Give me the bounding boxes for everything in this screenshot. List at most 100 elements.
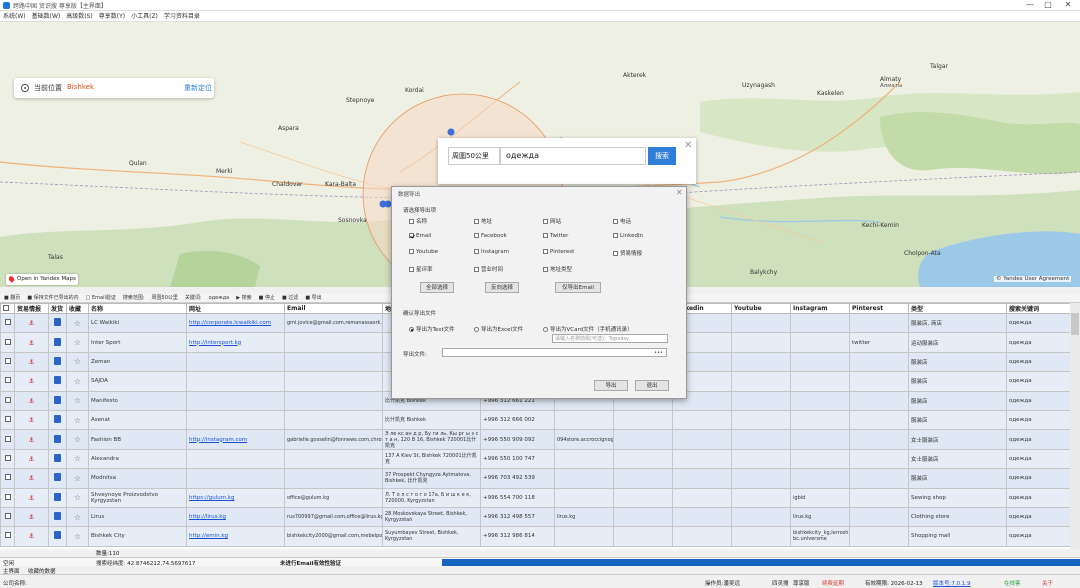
- star-icon[interactable]: ☆: [74, 338, 81, 347]
- about-link[interactable]: 关于: [1042, 579, 1053, 587]
- document-icon[interactable]: [54, 395, 61, 404]
- row-checkbox[interactable]: [4, 377, 11, 384]
- menu-learning[interactable]: 学习资料目录: [164, 11, 200, 21]
- shipment-cell[interactable]: [48, 429, 67, 450]
- table-row[interactable]: ⚓ ☆ Shveynoye Proizvodstvo Kyrgyzstan https…: [0, 487, 1070, 508]
- column-header[interactable]: 发货: [48, 303, 67, 314]
- cell-web[interactable]: http://corporate.lcwaikiki.com: [186, 312, 285, 334]
- anchor-icon[interactable]: ⚓: [28, 494, 34, 502]
- search-button[interactable]: ▶ 搜索: [236, 294, 251, 302]
- table-row[interactable]: ⚓ ☆ Asenat 比什凯克 Bishkek +996 312 666 002 服装店 о…: [0, 409, 1070, 431]
- shipment-cell[interactable]: [48, 332, 67, 353]
- cell-web[interactable]: [186, 468, 285, 489]
- row-checkbox[interactable]: [4, 435, 11, 442]
- document-icon[interactable]: [54, 356, 61, 365]
- row-checkbox[interactable]: [4, 319, 11, 326]
- trade-info-cell[interactable]: ⚓: [14, 468, 49, 489]
- format-text-radio[interactable]: 导出为Text文件: [409, 325, 455, 333]
- cell-web-text[interactable]: http://instagram.com: [189, 437, 247, 443]
- field-checkbox[interactable]: 网站: [543, 217, 561, 225]
- shipment-cell[interactable]: [48, 448, 67, 470]
- row-checkbox[interactable]: [4, 532, 11, 539]
- favorite-cell[interactable]: ☆: [66, 448, 89, 470]
- radius-select[interactable]: 周圍50公里: [448, 147, 500, 165]
- email-verify-checkbox[interactable]: □ Email验证: [86, 294, 116, 302]
- row-select-cell[interactable]: [0, 409, 15, 431]
- cell-web[interactable]: http://lirus.kg: [186, 506, 285, 528]
- trade-info-cell[interactable]: ⚓: [14, 332, 49, 353]
- favorite-cell[interactable]: ☆: [66, 371, 89, 392]
- anchor-icon[interactable]: ⚓: [28, 339, 34, 347]
- cell-web-text[interactable]: https://gulum.kg: [189, 495, 235, 501]
- search-range-select[interactable]: 周围50公里: [152, 294, 178, 302]
- column-header[interactable]: 类型: [908, 303, 1007, 314]
- anchor-icon[interactable]: ⚓: [28, 377, 34, 385]
- maximize-button[interactable]: □: [1040, 0, 1056, 11]
- field-checkbox[interactable]: 星评率: [409, 265, 433, 273]
- dialog-cancel-button[interactable]: 退出: [635, 380, 669, 391]
- export-confirm-button[interactable]: 导出: [594, 380, 628, 391]
- trade-info-cell[interactable]: ⚓: [14, 506, 49, 528]
- version-link[interactable]: 版本号:7.0.1.9: [933, 579, 971, 587]
- anchor-icon[interactable]: ⚓: [28, 319, 34, 327]
- favorite-cell[interactable]: ☆: [66, 429, 89, 450]
- row-checkbox[interactable]: [4, 338, 11, 345]
- menu-premium-data[interactable]: 尊享数(Y): [99, 11, 125, 21]
- row-select-cell[interactable]: [0, 332, 15, 353]
- field-checkbox[interactable]: Pinterest: [543, 249, 574, 255]
- column-header[interactable]: 贸易情报: [14, 303, 49, 314]
- star-icon[interactable]: ☆: [74, 396, 81, 405]
- favorite-cell[interactable]: ☆: [66, 390, 89, 411]
- map-attribution[interactable]: © Yandex User Agreement: [994, 276, 1072, 282]
- stop-button[interactable]: ■ 停止: [259, 294, 275, 302]
- document-icon[interactable]: [54, 434, 61, 443]
- invert-selection-button[interactable]: 反向选择: [485, 282, 519, 293]
- row-select-cell[interactable]: [0, 429, 15, 450]
- favorite-cell[interactable]: ☆: [66, 312, 89, 334]
- table-row[interactable]: ⚓ ☆ Fashion BB http://instagram.com gabriell…: [0, 429, 1070, 450]
- cell-web-text[interactable]: http://corporate.lcwaikiki.com: [189, 320, 271, 326]
- trade-info-cell[interactable]: ⚓: [14, 409, 49, 431]
- export-button[interactable]: ■ 导出: [305, 294, 321, 302]
- star-icon[interactable]: ☆: [74, 493, 81, 502]
- table-row[interactable]: ⚓ ☆ Lirus http://lirus.kg rus700997@gmail.co…: [0, 506, 1070, 528]
- keyword-input[interactable]: одежда: [500, 147, 646, 165]
- shipment-cell[interactable]: [48, 468, 67, 489]
- favorite-cell[interactable]: ☆: [66, 506, 89, 528]
- row-checkbox[interactable]: [4, 513, 11, 520]
- shipment-cell[interactable]: [48, 526, 67, 547]
- trade-info-cell[interactable]: ⚓: [14, 312, 49, 334]
- open-in-yandex-link[interactable]: Open in Yandex Maps: [6, 274, 78, 285]
- table-row[interactable]: ⚓ ☆ Alexandra 137 A Kiev St, Bishkek 720001…: [0, 448, 1070, 470]
- favorite-cell[interactable]: ☆: [66, 468, 89, 489]
- cell-web[interactable]: [186, 351, 285, 373]
- shipment-cell[interactable]: [48, 390, 67, 411]
- menu-advanced-data[interactable]: 高级数(S): [66, 11, 93, 21]
- column-header[interactable]: 收藏: [66, 303, 89, 314]
- favorite-cell[interactable]: ☆: [66, 487, 89, 508]
- table-row[interactable]: ⚓ ☆ Bishkek City http://emin.kg bishkekcity2…: [0, 526, 1070, 547]
- cell-web[interactable]: [186, 409, 285, 431]
- row-checkbox[interactable]: [4, 416, 11, 423]
- row-checkbox[interactable]: [4, 396, 11, 403]
- document-icon[interactable]: [54, 415, 61, 424]
- column-header[interactable]: 名称: [88, 303, 187, 314]
- anchor-icon[interactable]: ⚓: [28, 416, 34, 424]
- map-search-button[interactable]: 搜索: [648, 147, 676, 165]
- anchor-icon[interactable]: ⚓: [28, 474, 34, 482]
- minimize-button[interactable]: —: [1022, 0, 1038, 11]
- column-header[interactable]: [0, 303, 15, 314]
- column-header[interactable]: Youtube: [731, 303, 791, 314]
- table-scrollbar[interactable]: [1070, 303, 1080, 549]
- star-icon[interactable]: ☆: [74, 377, 81, 386]
- online-support[interactable]: 在线客: [1004, 579, 1021, 587]
- field-checkbox[interactable]: Facebook: [474, 233, 507, 239]
- field-checkbox[interactable]: 电话: [613, 217, 631, 225]
- row-select-cell[interactable]: [0, 526, 15, 547]
- row-checkbox[interactable]: [4, 493, 11, 500]
- cell-web-text[interactable]: http://intersport.kg: [189, 340, 241, 346]
- trade-info-cell[interactable]: ⚓: [14, 390, 49, 411]
- close-window-button[interactable]: ✕: [1060, 0, 1076, 11]
- field-checkbox[interactable]: 贸易情报: [613, 249, 642, 257]
- anchor-icon[interactable]: ⚓: [28, 397, 34, 405]
